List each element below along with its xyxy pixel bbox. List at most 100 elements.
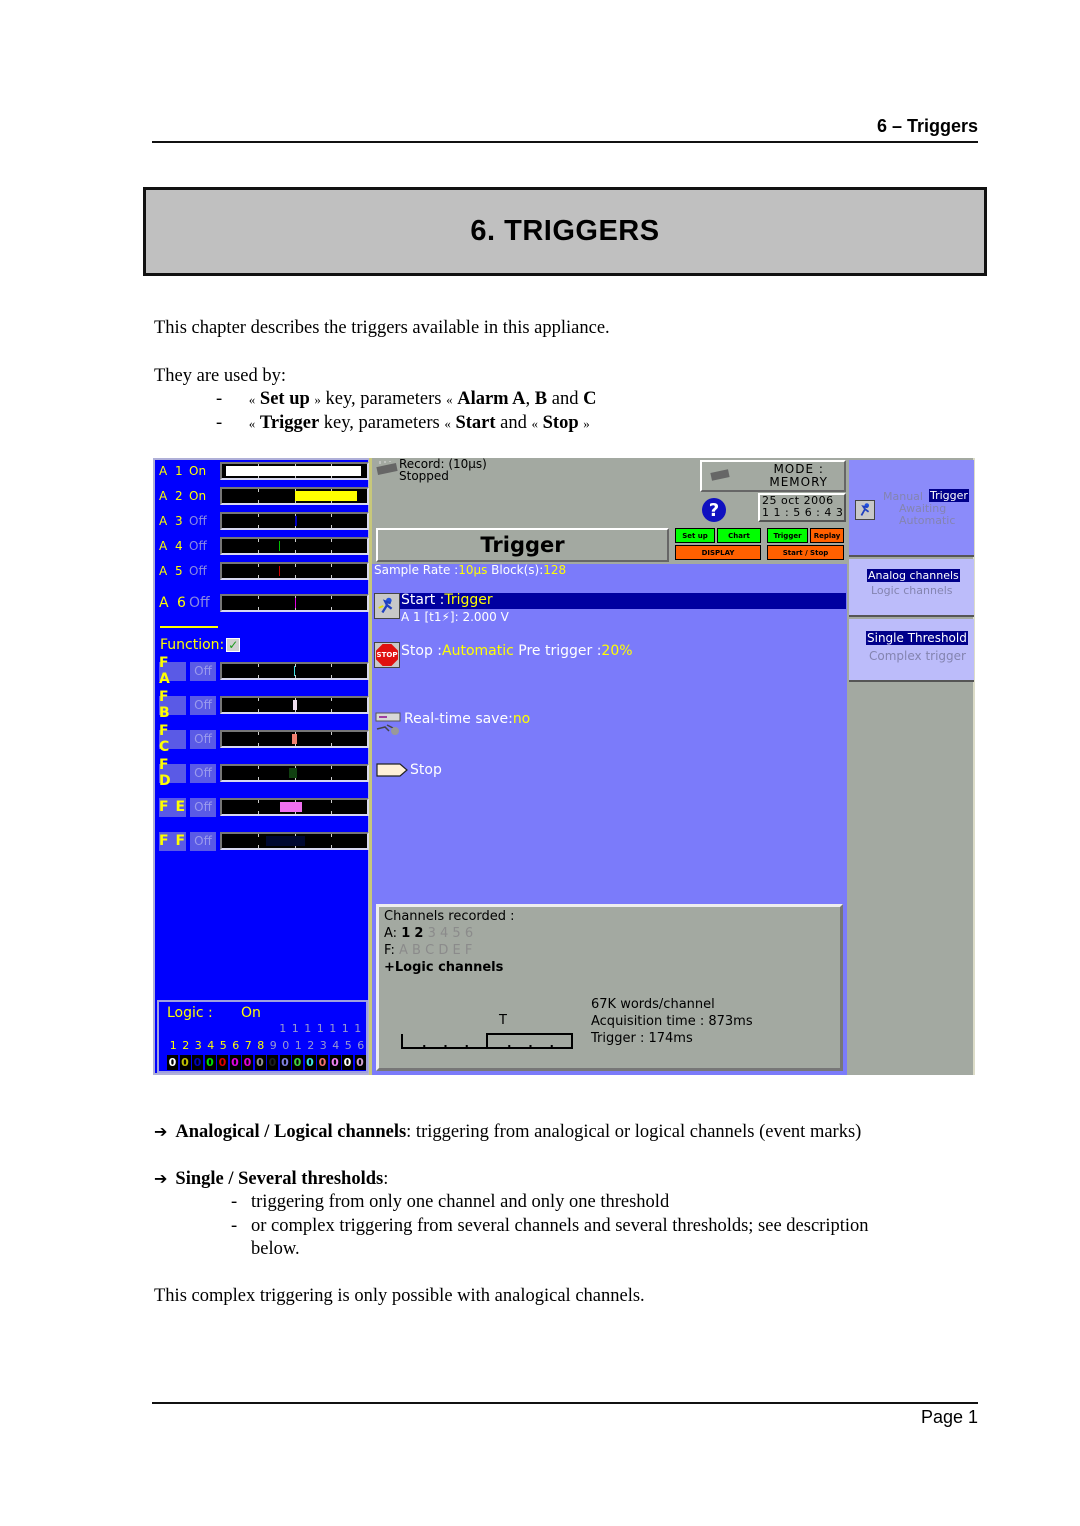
threshold-type-box[interactable]: Single Threshold Complex trigger — [849, 619, 974, 682]
bar-tick — [330, 525, 332, 528]
trigger-key: Trigger — [259, 413, 320, 433]
logic-bit-value: 0 — [354, 1055, 366, 1070]
channel-level-fill — [288, 768, 298, 778]
channel-state[interactable]: Off — [189, 539, 219, 553]
bar-tick — [330, 732, 332, 735]
action-stop[interactable]: Stop — [410, 762, 442, 778]
analog-channel-row[interactable]: A 5 Off — [159, 560, 219, 582]
function-channel-row[interactable]: F B Off — [159, 689, 222, 721]
option-logic-channels[interactable]: Logic channels — [871, 584, 953, 597]
trigger-marker: T — [499, 1013, 507, 1028]
function-channel-row[interactable]: F F Off — [159, 830, 222, 852]
bar-tick — [258, 777, 260, 780]
function-toggle[interactable]: Function: ✓ — [160, 637, 241, 653]
channel-type-box[interactable]: Analog channels Logic channels — [849, 559, 974, 617]
runner-icon — [855, 500, 875, 520]
channel-state[interactable]: On — [189, 464, 219, 478]
analog-channel-row[interactable]: A 3 Off — [159, 510, 219, 532]
timeline-dot — [508, 1045, 511, 1047]
channel-state[interactable]: Off — [189, 514, 219, 528]
logic-bit-value: 0 — [179, 1055, 191, 1070]
trigger-mode-box[interactable]: Manual Trigger Awaiting Automatic — [849, 460, 974, 557]
checkbox-icon[interactable]: ✓ — [226, 638, 241, 652]
bar-tick — [258, 564, 260, 567]
analog-channel-row[interactable]: A 1 On — [159, 460, 219, 482]
logic-channel-number: 8 — [257, 1039, 265, 1052]
function-channel-row[interactable]: F E Off — [159, 796, 222, 818]
function-name: F C — [159, 723, 186, 755]
function-name: F F — [159, 831, 187, 851]
sample-rate: Sample Rate :10µs Block(s):128 — [374, 563, 567, 577]
channel-level-fill — [295, 516, 297, 526]
tab-chart[interactable]: Chart — [717, 528, 761, 543]
realtime-save-setting[interactable]: Real-time save:no — [404, 711, 530, 727]
option-single-threshold[interactable]: Single Threshold — [866, 631, 968, 645]
tab-setup[interactable]: Set up — [675, 528, 715, 543]
header-rule — [152, 141, 978, 143]
bar-tick — [258, 845, 260, 848]
channel-level-bar — [220, 764, 369, 782]
channel-state[interactable]: Off — [189, 564, 219, 578]
tab-replay[interactable]: Replay — [810, 528, 844, 543]
logic-tens-digit: 1 — [291, 1022, 299, 1035]
page-number: Page 1 — [920, 1407, 978, 1427]
function-state[interactable]: Off — [190, 729, 216, 749]
function-state[interactable]: Off — [190, 797, 216, 817]
bar-tick — [258, 607, 260, 610]
logic-bit-value: 0 — [242, 1055, 253, 1070]
option-automatic[interactable]: Automatic — [899, 514, 955, 527]
setup-key: Set up — [259, 389, 310, 409]
status-area: Record: (10µs) Stopped MODE : MEMORY ? 2… — [372, 458, 847, 526]
channel-level-fill — [291, 734, 298, 744]
channel-name: A 3 — [159, 514, 185, 528]
logic-channel-number: 2 — [182, 1039, 190, 1052]
help-icon[interactable]: ? — [702, 498, 726, 522]
tab-trigger[interactable]: Trigger — [767, 528, 808, 543]
stop-setting[interactable]: Stop :Automatic Pre trigger :20% — [401, 643, 633, 659]
logic-state[interactable]: On — [241, 1005, 261, 1021]
channel-state[interactable]: On — [189, 489, 219, 503]
function-name: F A — [159, 655, 186, 687]
start-setting[interactable]: Start :Trigger — [401, 592, 493, 608]
logic-bit-value: 0 — [217, 1055, 228, 1070]
options-menu: Manual Trigger Awaiting Automatic Analog… — [847, 458, 975, 1075]
analog-channel-row[interactable]: A 6 Off — [159, 592, 219, 614]
channel-level-bar — [220, 696, 369, 714]
bar-tick — [258, 596, 260, 599]
function-channel-row[interactable]: F C Off — [159, 723, 222, 755]
logic-channel-number: 3 — [319, 1039, 327, 1052]
runner-icon — [374, 593, 400, 619]
analog-channel-row[interactable]: A 2 On — [159, 485, 219, 507]
arrow-right-icon: ➔ — [154, 1169, 168, 1188]
function-state[interactable]: Off — [190, 763, 216, 783]
function-state[interactable]: Off — [190, 695, 216, 715]
channel-state[interactable]: Off — [189, 595, 219, 611]
bar-tick — [330, 664, 332, 667]
function-state[interactable]: Off — [190, 661, 216, 681]
bar-tick — [330, 709, 332, 712]
tab-start-stop[interactable]: Start / Stop — [767, 545, 844, 560]
logic-bit-value: 0 — [292, 1055, 303, 1070]
channel-level-bar — [220, 537, 369, 555]
option-complex-trigger[interactable]: Complex trigger — [869, 649, 966, 663]
logic-channel-number: 6 — [232, 1039, 240, 1052]
tab-display[interactable]: DISPLAY — [675, 545, 761, 560]
channels-recorded-panel: Channels recorded : A: 1 2 3 4 5 6 F: A … — [376, 904, 843, 1071]
function-name: F D — [159, 757, 186, 789]
bar-tick — [258, 766, 260, 769]
logic-channel-number: 4 — [332, 1039, 340, 1052]
bar-tick — [258, 575, 260, 578]
bar-tick — [294, 550, 296, 553]
function-state[interactable]: Off — [190, 831, 216, 851]
function-channel-row[interactable]: F D Off — [159, 757, 222, 789]
option-trigger[interactable]: Trigger — [929, 489, 969, 502]
device-screenshot: A 1 On A 2 On A 3 Off A 4 Off A 5 Off A 6 Off Funct… — [153, 458, 975, 1075]
bar-tick — [330, 766, 332, 769]
function-channel-row[interactable]: F A Off — [159, 655, 222, 687]
bar-tick — [258, 550, 260, 553]
usage-item-setup: - « Set up » key, parameters « Alarm A, … — [216, 389, 597, 409]
option-analog-channels[interactable]: Analog channels — [867, 569, 960, 582]
analog-channel-row[interactable]: A 4 Off — [159, 535, 219, 557]
function-recorded: F: A B C D E F — [384, 943, 473, 958]
logic-bit-value: 0 — [329, 1055, 341, 1070]
